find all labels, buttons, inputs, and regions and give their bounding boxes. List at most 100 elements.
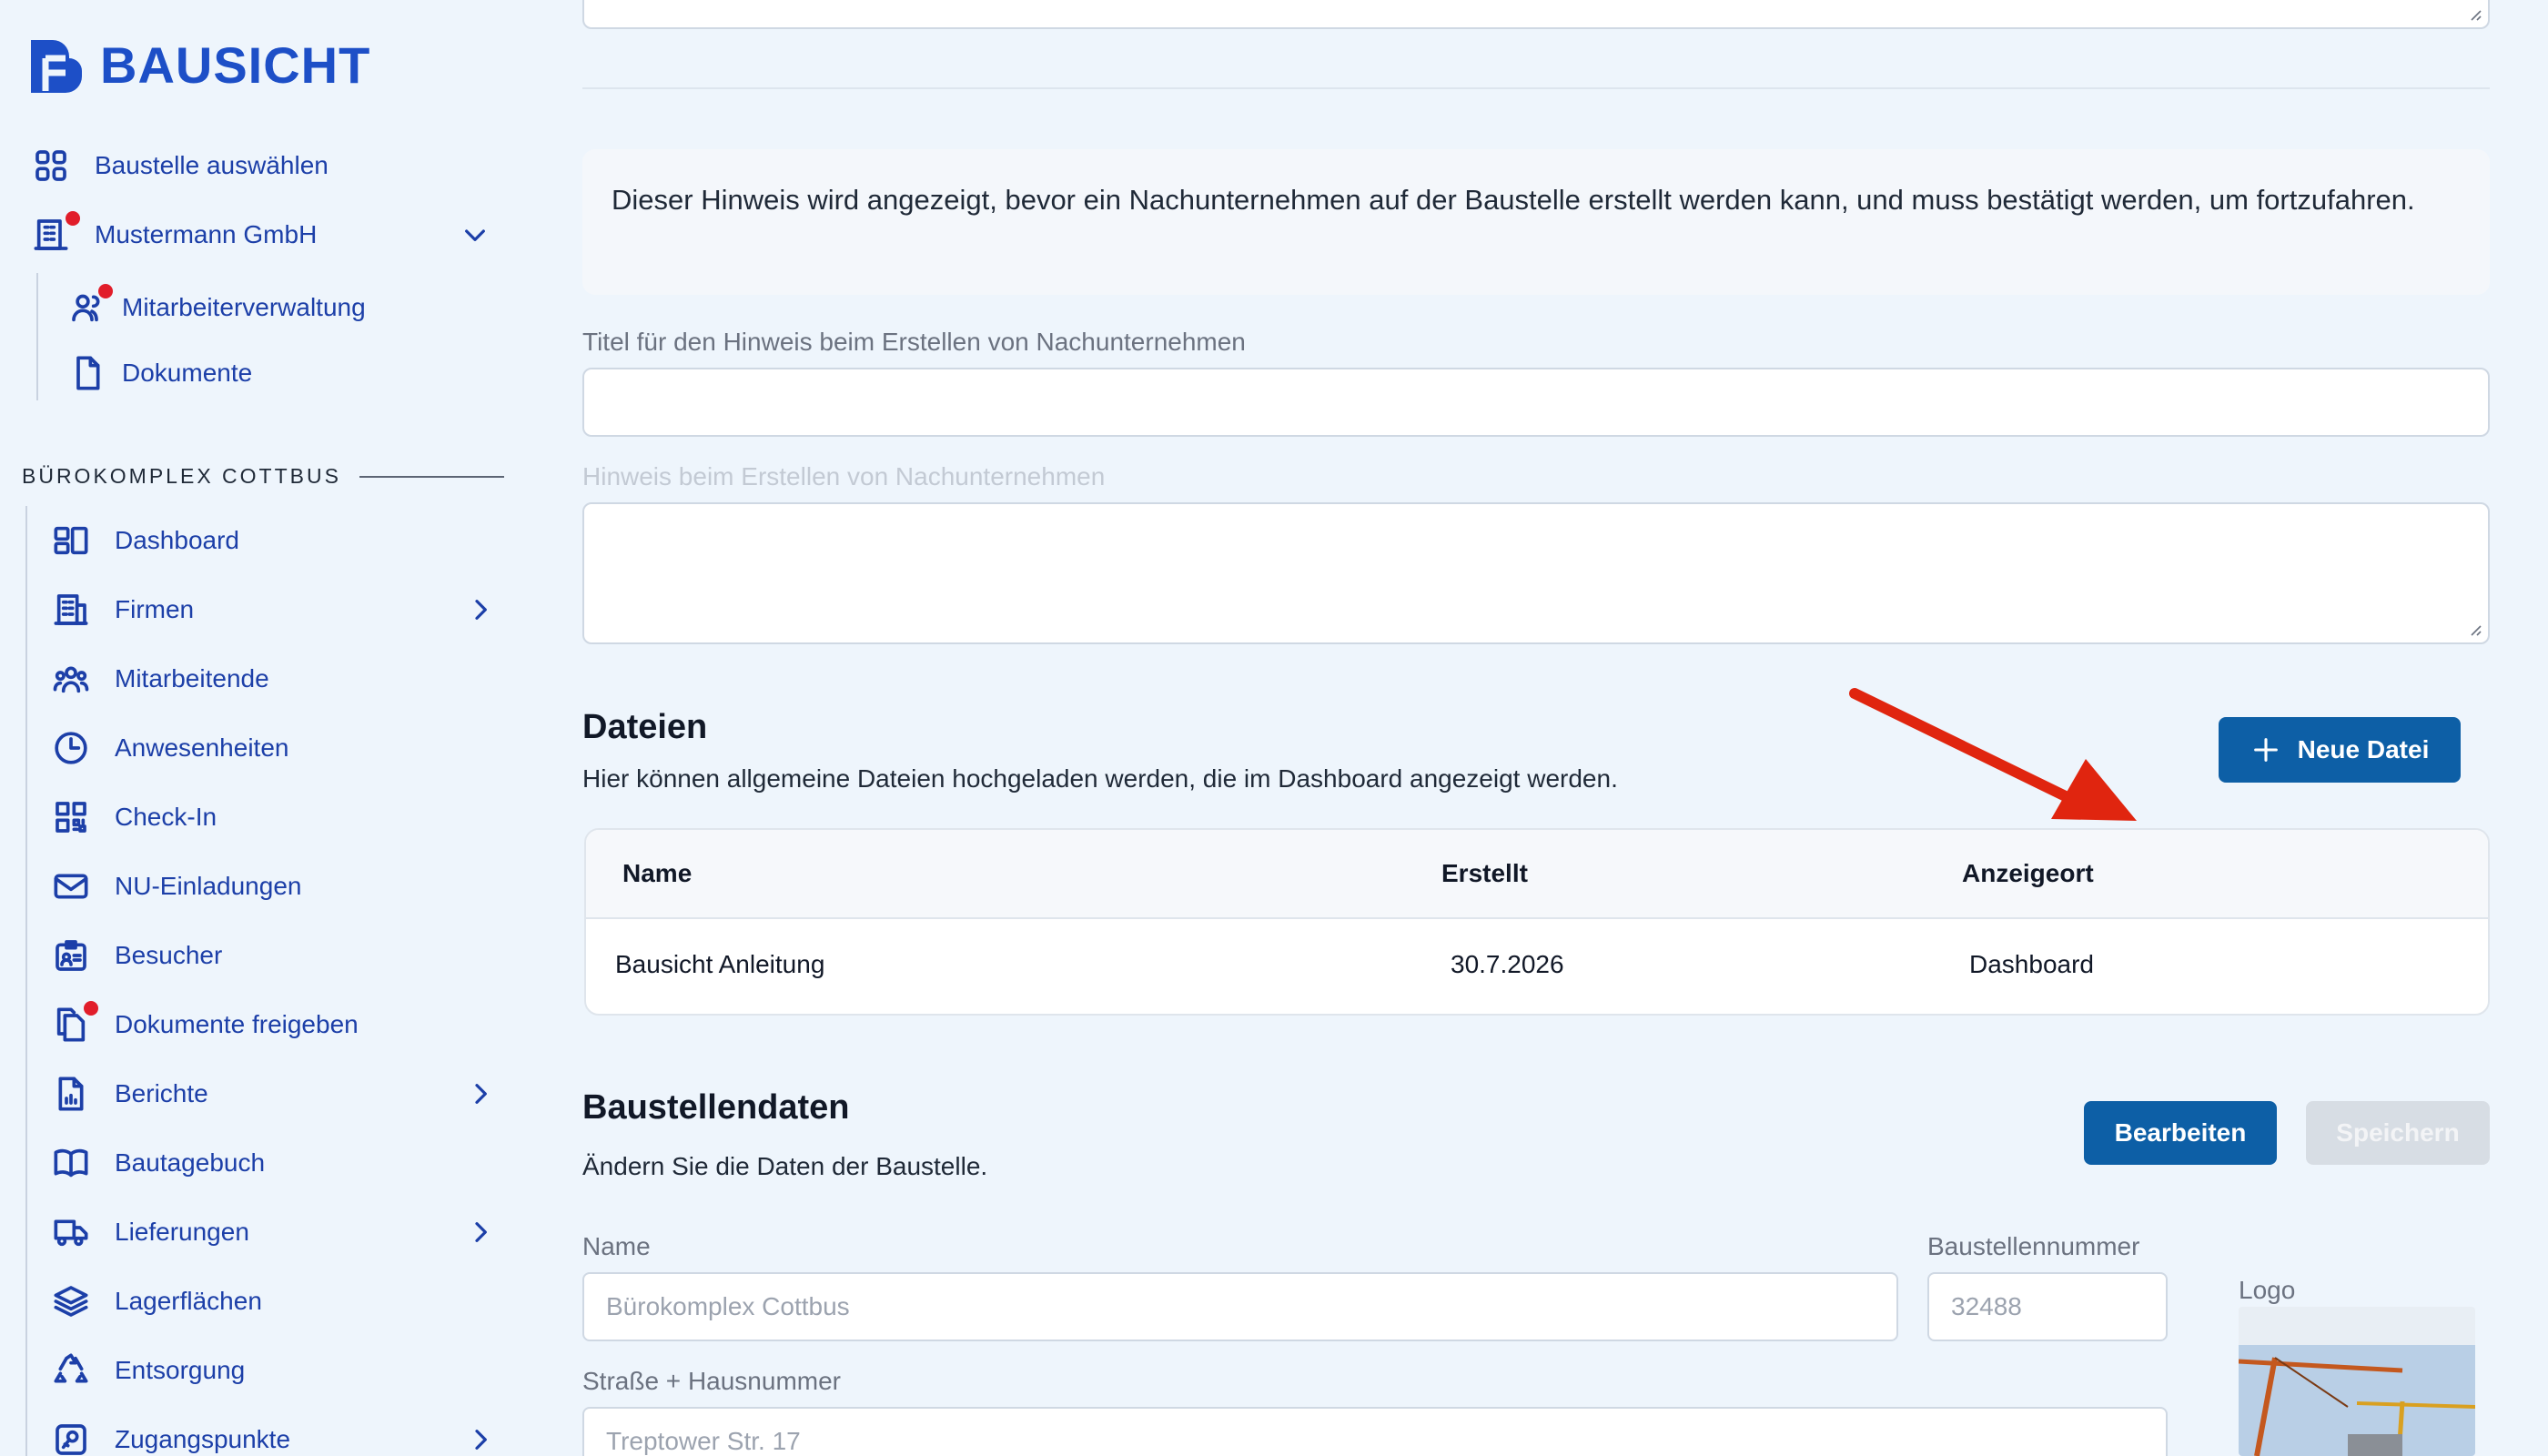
file-name-cell: Bausicht Anleitung bbox=[615, 950, 825, 978]
sidebar-item-lieferungen[interactable]: Lieferungen bbox=[51, 1212, 506, 1252]
plus-icon bbox=[2253, 738, 2278, 762]
sidebar-item-label: Firmen bbox=[115, 595, 195, 623]
resize-handle-icon[interactable] bbox=[2468, 622, 2482, 637]
notification-dot bbox=[98, 284, 113, 298]
sidebar-item-lagerflaechen[interactable]: Lagerflächen bbox=[51, 1281, 262, 1321]
edit-button[interactable]: Bearbeiten bbox=[2084, 1101, 2277, 1165]
site-menu-rail bbox=[25, 506, 27, 1456]
chevron-right-icon[interactable] bbox=[466, 1218, 495, 1247]
sidebar-item-nu-einladungen[interactable]: NU-Einladungen bbox=[51, 866, 301, 906]
sidebar: BAUSICHT Baustelle auswählen Mustermann … bbox=[0, 0, 528, 1456]
previous-textarea[interactable] bbox=[582, 0, 2490, 29]
notification-dot bbox=[66, 211, 80, 226]
people-icon bbox=[51, 659, 91, 699]
sidebar-item-check-in[interactable]: Check-In bbox=[51, 797, 217, 837]
grid-icon bbox=[31, 146, 71, 186]
files-heading: Dateien bbox=[582, 708, 708, 746]
sidebar-item-label: Lagerflächen bbox=[115, 1287, 262, 1315]
save-button[interactable]: Speichern bbox=[2306, 1101, 2490, 1165]
building-icon bbox=[31, 211, 80, 255]
site-number-input[interactable]: 32488 bbox=[1927, 1272, 2168, 1341]
files-description: Hier können allgemeine Dateien hochgelad… bbox=[582, 764, 1618, 793]
chevron-down-icon[interactable] bbox=[460, 220, 490, 249]
sidebar-item-baustelle-auswaehlen[interactable]: Baustelle auswählen bbox=[31, 146, 329, 186]
section-divider bbox=[582, 87, 2490, 89]
new-file-button-label: Neue Datei bbox=[2297, 735, 2430, 763]
sidebar-item-zugangspunkte[interactable]: Zugangspunkte bbox=[51, 1420, 506, 1456]
hint-title-input[interactable] bbox=[582, 368, 2490, 437]
sidebar-item-anwesenheiten[interactable]: Anwesenheiten bbox=[51, 728, 288, 768]
site-name-input[interactable]: Bürokomplex Cottbus bbox=[582, 1272, 1898, 1341]
section-divider bbox=[359, 475, 504, 478]
annotation-arrow-icon bbox=[1849, 688, 2137, 821]
chevron-right-icon[interactable] bbox=[466, 1425, 495, 1454]
sidebar-item-label: Dokumente bbox=[122, 359, 253, 387]
street-label: Straße + Hausnummer bbox=[582, 1367, 841, 1395]
sidebar-item-mitarbeiterverwaltung[interactable]: Mitarbeiterverwaltung bbox=[67, 284, 366, 328]
site-logo-image[interactable] bbox=[2239, 1307, 2475, 1456]
sidebar-item-label: Entsorgung bbox=[115, 1356, 246, 1384]
truck-icon bbox=[51, 1212, 91, 1252]
sidebar-item-mitarbeitende[interactable]: Mitarbeitende bbox=[51, 659, 269, 699]
column-header-created[interactable]: Erstellt bbox=[1441, 859, 1528, 888]
users-icon bbox=[67, 284, 113, 328]
sidebar-item-label: Berichte bbox=[115, 1079, 208, 1107]
sidebar-item-label: Anwesenheiten bbox=[115, 733, 289, 762]
chevron-right-icon[interactable] bbox=[466, 595, 495, 624]
file-created-cell: 30.7.2026 bbox=[1451, 950, 1564, 978]
column-header-location[interactable]: Anzeigeort bbox=[1962, 859, 2094, 888]
documents-icon bbox=[51, 1001, 98, 1045]
sidebar-item-firmen[interactable]: Firmen bbox=[51, 590, 506, 630]
sidebar-item-bautagebuch[interactable]: Bautagebuch bbox=[51, 1143, 265, 1183]
bausicht-logo-icon bbox=[31, 40, 82, 93]
sidebar-item-label: Baustelle auswählen bbox=[95, 151, 329, 179]
site-number-label: Baustellennummer bbox=[1927, 1232, 2140, 1260]
mail-icon bbox=[51, 866, 91, 906]
sidebar-item-dokumente[interactable]: Dokumente bbox=[67, 353, 252, 393]
chevron-right-icon[interactable] bbox=[466, 1079, 495, 1108]
site-section-title: BÜROKOMPLEX COTTBUS bbox=[22, 464, 504, 489]
sidebar-item-label: Mitarbeitende bbox=[115, 664, 269, 693]
document-icon bbox=[67, 353, 107, 393]
building-icon bbox=[51, 590, 91, 630]
report-icon bbox=[51, 1074, 91, 1114]
files-table: Name Erstellt Anzeigeort Bausicht Anleit… bbox=[584, 828, 2490, 1016]
sidebar-item-label: Check-In bbox=[115, 803, 217, 831]
sidebar-item-label: Lieferungen bbox=[115, 1218, 249, 1246]
site-data-description: Ändern Sie die Daten der Baustelle. bbox=[582, 1152, 988, 1180]
site-data-heading: Baustellendaten bbox=[582, 1088, 850, 1127]
qrcode-icon bbox=[51, 797, 91, 837]
hint-note-textarea[interactable] bbox=[582, 502, 2490, 644]
sidebar-item-label: Besucher bbox=[115, 941, 223, 969]
resize-handle-icon[interactable] bbox=[2468, 7, 2482, 22]
sidebar-item-entsorgung[interactable]: Entsorgung bbox=[51, 1350, 245, 1390]
site-name-label: Name bbox=[582, 1232, 651, 1260]
sidebar-item-label: Mustermann GmbH bbox=[95, 220, 318, 248]
crane-photo-icon bbox=[2239, 1307, 2475, 1456]
id-badge-icon bbox=[51, 935, 91, 976]
new-file-button[interactable]: Neue Datei bbox=[2219, 717, 2461, 783]
sidebar-item-label: Mitarbeiterverwaltung bbox=[122, 293, 366, 321]
layers-icon bbox=[51, 1281, 91, 1321]
clock-icon bbox=[51, 728, 91, 768]
book-icon bbox=[51, 1143, 91, 1183]
column-header-name[interactable]: Name bbox=[622, 859, 692, 888]
notification-dot bbox=[84, 1001, 98, 1016]
logo-label: Logo bbox=[2239, 1276, 2296, 1304]
sidebar-item-dashboard[interactable]: Dashboard bbox=[51, 521, 239, 561]
sidebar-item-label: Dokumente freigeben bbox=[115, 1010, 359, 1038]
title-field-label: Titel für den Hinweis beim Erstellen von… bbox=[582, 328, 1246, 356]
dashboard-icon bbox=[51, 521, 91, 561]
sidebar-item-besucher[interactable]: Besucher bbox=[51, 935, 222, 976]
hint-info-box: Dieser Hinweis wird angezeigt, bevor ein… bbox=[582, 149, 2490, 295]
recycle-icon bbox=[51, 1350, 91, 1390]
submenu-rail bbox=[36, 273, 38, 400]
sidebar-item-label: NU-Einladungen bbox=[115, 872, 302, 900]
sidebar-item-berichte[interactable]: Berichte bbox=[51, 1074, 506, 1114]
sidebar-item-mustermann-gmbh[interactable]: Mustermann GmbH bbox=[31, 211, 504, 255]
sidebar-item-dokumente-freigeben[interactable]: Dokumente freigeben bbox=[51, 1001, 359, 1045]
sidebar-item-label: Zugangspunkte bbox=[115, 1425, 291, 1453]
street-input[interactable]: Treptower Str. 17 bbox=[582, 1407, 2168, 1456]
sidebar-item-label: Bautagebuch bbox=[115, 1148, 266, 1177]
brand-logo[interactable]: BAUSICHT bbox=[27, 36, 370, 95]
